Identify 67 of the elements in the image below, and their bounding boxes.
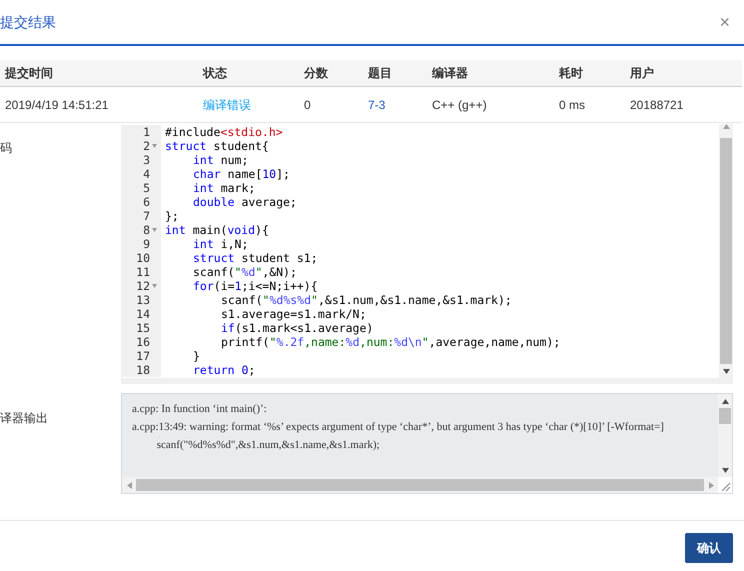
code-line: if(s1.mark<s1.average)	[221, 321, 374, 335]
close-button[interactable]: ×	[719, 13, 730, 31]
fold-icon[interactable]	[152, 228, 156, 232]
table-cell: 0 ms	[559, 98, 586, 112]
column-header: 状态	[203, 66, 227, 80]
fold-icon[interactable]	[152, 284, 156, 288]
line-number: 12	[136, 279, 150, 293]
column-header: 分数	[304, 66, 328, 80]
code-line: struct student{	[165, 139, 269, 153]
line-number: 3	[143, 153, 150, 167]
line-number: 4	[143, 167, 150, 181]
horizontal-scrollbar-thumb[interactable]	[136, 479, 704, 491]
column-header: 用户	[630, 66, 654, 80]
scrollbar-thumb[interactable]	[720, 138, 732, 364]
resize-grip-icon[interactable]	[718, 477, 732, 493]
line-number: 14	[136, 307, 150, 321]
field-label: 码	[0, 141, 12, 155]
code-line: struct student s1;	[193, 251, 318, 265]
code-line: scanf("%d%s%d",&s1.num,&s1.name,&s1.mark);	[221, 293, 512, 307]
dialog-title: 提交结果	[0, 12, 56, 32]
line-number: 1	[143, 125, 150, 139]
table-cell: 0	[304, 98, 311, 112]
code-line: }	[193, 349, 200, 363]
line-number: 16	[136, 335, 150, 349]
column-header: 耗时	[559, 66, 583, 80]
problem-link[interactable]: 7-3	[368, 98, 386, 112]
vertical-scrollbar[interactable]	[719, 124, 733, 378]
code-line: #include<stdio.h>	[165, 125, 283, 139]
line-number: 17	[136, 349, 150, 363]
line-number: 11	[136, 265, 150, 279]
table-cell: 20188721	[630, 98, 684, 112]
compiler-message: scanf("%d%s%d",&s1.num,&s1.name,&s1.mark);	[156, 438, 381, 453]
code-line: return 0;	[193, 363, 256, 377]
column-header: 题目	[368, 66, 392, 80]
code-line: printf("%.2f,name:%d,num:%d\n",average,name,num);	[221, 335, 560, 349]
confirm-button[interactable]: 确认	[685, 533, 733, 563]
line-number: 5	[143, 181, 150, 195]
line-number: 7	[143, 209, 150, 223]
code-line: scanf("%d",&N);	[193, 265, 297, 279]
code-line: char name[10];	[193, 167, 290, 181]
code-line: int main(void){	[165, 223, 269, 237]
code-line: for(i=1;i<=N;i++){	[193, 279, 318, 293]
line-number: 15	[136, 321, 150, 335]
status-text: 编译错误	[203, 98, 251, 112]
table-cell: 2019/4/19 14:51:21	[5, 98, 108, 112]
table-cell: C++ (g++)	[432, 98, 487, 112]
line-number: 9	[143, 237, 150, 251]
scrollbar-thumb[interactable]	[719, 408, 731, 424]
code-line: int mark;	[193, 181, 256, 195]
code-line: double average;	[193, 195, 297, 209]
line-number: 8	[143, 223, 150, 237]
fold-icon[interactable]	[152, 144, 156, 148]
column-header: 编译器	[432, 66, 468, 80]
line-number: 10	[136, 251, 150, 265]
line-number: 6	[143, 195, 150, 209]
line-number: 13	[136, 293, 150, 307]
code-line: int num;	[193, 153, 248, 167]
code-line: int i,N;	[193, 237, 248, 251]
column-header: 提交时间	[5, 66, 53, 80]
code-line: };	[165, 209, 179, 223]
vertical-scrollbar[interactable]	[718, 394, 732, 477]
field-label: 译器输出	[0, 411, 48, 425]
code-line: s1.average=s1.mark/N;	[221, 307, 366, 321]
line-number: 18	[136, 363, 150, 377]
line-number: 2	[143, 139, 150, 153]
compiler-message: a.cpp: In function ‘int main()’:	[132, 402, 268, 417]
compiler-message: a.cpp:13:49: warning: format ‘%s’ expects argument of type ‘char*’, but argument 3 has type ‘char (*)[10]’ [-Wformat=]	[132, 420, 665, 435]
